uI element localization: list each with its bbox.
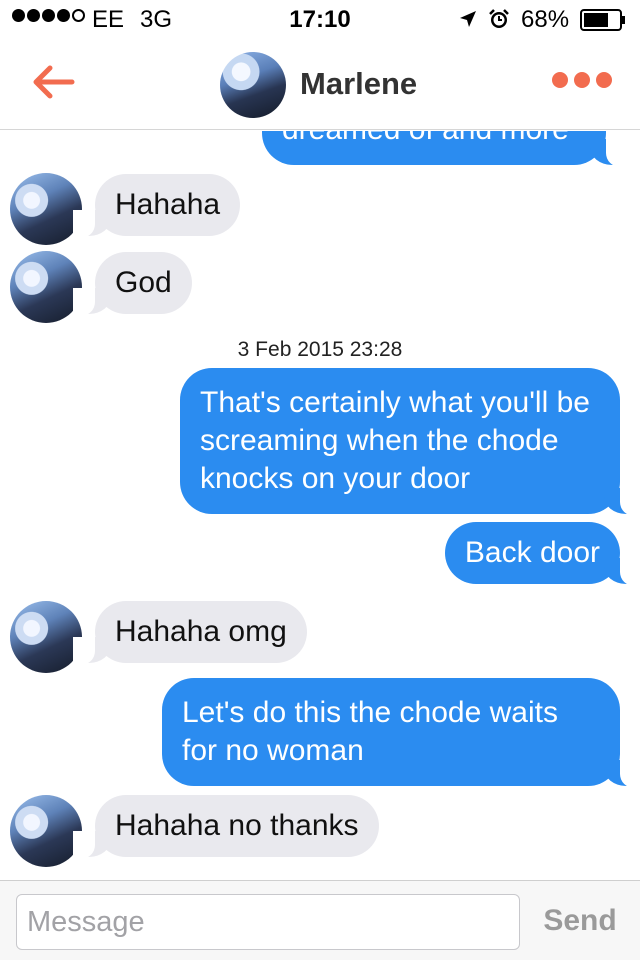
outgoing-message: dreamed of and more (262, 131, 628, 167)
incoming-message: Hahaha no thanks (73, 795, 379, 859)
outgoing-message: That's certainly what you'll be screamin… (180, 368, 640, 516)
outgoing-message: Let's do this the chode waits for no wom… (162, 678, 640, 788)
message-thread[interactable]: dreamed of and more Hahaha God 3 Feb 201… (0, 131, 640, 879)
contact-avatar[interactable] (220, 52, 286, 118)
outgoing-message: Back door (444, 522, 640, 586)
conversation-header: Marlene (0, 40, 640, 130)
message-timestamp: 3 Feb 2015 23:28 (237, 338, 403, 361)
arrow-left-icon[interactable] (28, 62, 78, 102)
message-input[interactable] (16, 894, 520, 950)
incoming-message: Hahaha omg (73, 601, 307, 665)
more-dots-icon[interactable] (552, 72, 612, 88)
battery-icon (580, 9, 625, 31)
incoming-message: God (73, 252, 192, 316)
message-composer: Send (0, 880, 640, 960)
contact-avatar-small[interactable] (10, 251, 82, 323)
battery-percentage: 68% (521, 6, 570, 33)
contact-avatar-small[interactable] (10, 795, 82, 867)
contact-avatar-small[interactable] (10, 173, 82, 245)
incoming-message: Hahaha (72, 174, 241, 238)
contact-avatar-small[interactable] (10, 601, 82, 673)
alarm-clock-icon (489, 9, 509, 28)
location-arrow-icon (460, 11, 476, 27)
status-bar: EE 3G 17:10 68% (0, 0, 640, 40)
send-button[interactable]: Send (530, 893, 630, 949)
contact-name[interactable]: Marlene (300, 66, 417, 102)
